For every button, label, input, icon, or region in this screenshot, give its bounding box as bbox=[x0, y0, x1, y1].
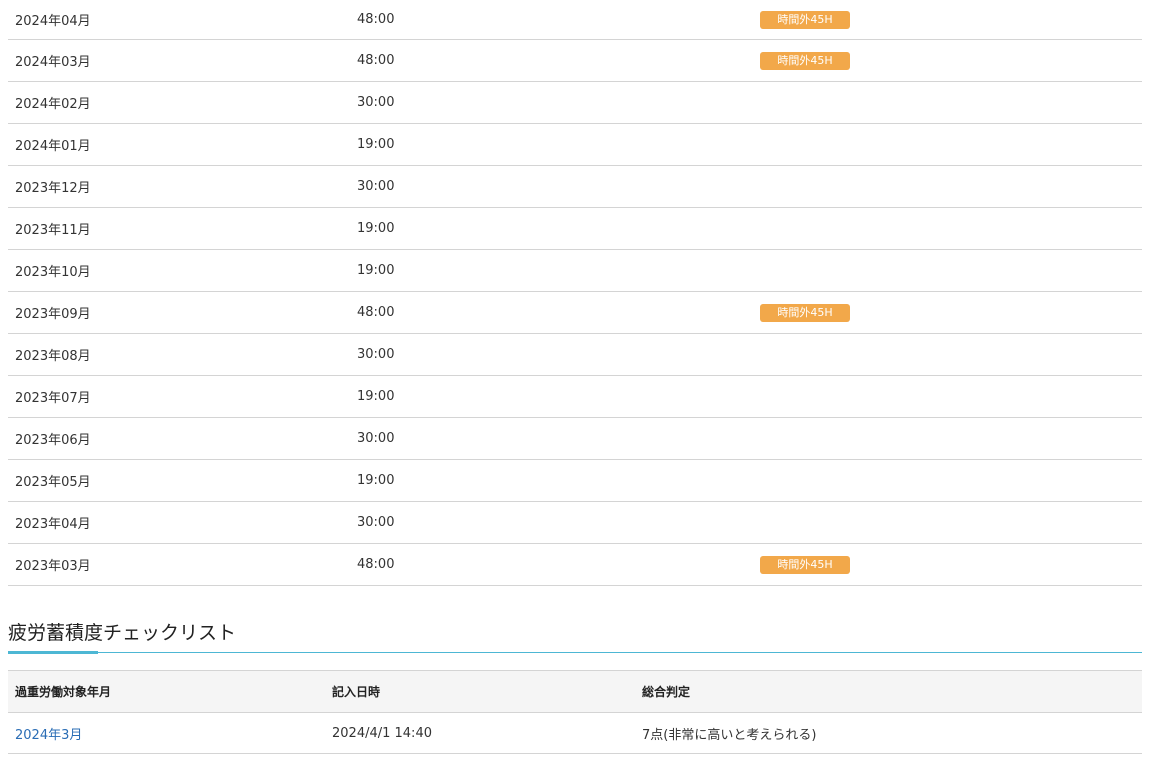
overtime-hours-cell: 30:00 bbox=[350, 81, 753, 124]
header-overall-judgment: 総合判定 bbox=[635, 670, 1142, 713]
overtime-row: 2023年11月 19:00 bbox=[8, 207, 1142, 250]
checklist-cell-overall-judgment: 7点(非常に高いと考えられる) bbox=[635, 712, 1142, 754]
overtime-badge-cell: 時間外45H bbox=[753, 543, 1142, 586]
page-content: 2024年04月 48:00 時間外45H 2024年03月 48:00 時間外45H 20… bbox=[8, 0, 1142, 754]
overtime-45h-badge: 時間外45H bbox=[760, 303, 850, 322]
overtime-hours-cell: 19:00 bbox=[350, 123, 753, 166]
overtime-row: 2024年01月 19:00 bbox=[8, 123, 1142, 166]
overtime-hours-cell: 30:00 bbox=[350, 165, 753, 208]
overtime-row: 2023年08月 30:00 bbox=[8, 333, 1142, 376]
overtime-hours-cell: 48:00 bbox=[350, 291, 753, 334]
checklist-row: 2024年3月 2024/4/1 14:40 7点(非常に高いと考えられる) bbox=[8, 712, 1142, 754]
overtime-badge-cell: 時間外45H bbox=[753, 291, 1142, 334]
header-entry-datetime: 記入日時 bbox=[325, 670, 635, 713]
section-title-accent bbox=[8, 651, 98, 654]
overtime-month-cell: 2023年10月 bbox=[8, 249, 350, 292]
overtime-month-cell: 2023年03月 bbox=[8, 543, 350, 586]
section-title-divider bbox=[8, 650, 1142, 654]
overtime-row: 2023年09月 48:00 時間外45H bbox=[8, 291, 1142, 334]
overtime-month-cell: 2024年03月 bbox=[8, 39, 350, 82]
checklist-header-row: 過重労働対象年月 記入日時 総合判定 bbox=[8, 670, 1142, 713]
overtime-hours-cell: 48:00 bbox=[350, 543, 753, 586]
overtime-hours-cell: 19:00 bbox=[350, 375, 753, 418]
overtime-45h-badge: 時間外45H bbox=[760, 555, 850, 574]
overtime-hours-cell: 30:00 bbox=[350, 417, 753, 460]
overtime-month-cell: 2023年07月 bbox=[8, 375, 350, 418]
header-target-month: 過重労働対象年月 bbox=[8, 670, 325, 713]
overtime-badge-cell bbox=[753, 81, 1142, 124]
overtime-month-cell: 2023年08月 bbox=[8, 333, 350, 376]
overtime-month-cell: 2023年12月 bbox=[8, 165, 350, 208]
overtime-month-cell: 2023年05月 bbox=[8, 459, 350, 502]
overtime-month-cell: 2023年04月 bbox=[8, 501, 350, 544]
overtime-badge-cell bbox=[753, 249, 1142, 292]
overtime-month-cell: 2024年01月 bbox=[8, 123, 350, 166]
overtime-hours-cell: 48:00 bbox=[350, 39, 753, 82]
overtime-month-cell: 2024年02月 bbox=[8, 81, 350, 124]
overtime-hours-cell: 30:00 bbox=[350, 501, 753, 544]
overtime-45h-badge: 時間外45H bbox=[760, 10, 850, 29]
overtime-row: 2023年10月 19:00 bbox=[8, 249, 1142, 292]
overtime-badge-cell bbox=[753, 207, 1142, 250]
overtime-hours-cell: 19:00 bbox=[350, 459, 753, 502]
overtime-badge-cell bbox=[753, 417, 1142, 460]
checklist-section-title: 疲労蓄積度チェックリスト bbox=[8, 622, 237, 644]
overtime-month-cell: 2024年04月 bbox=[8, 0, 350, 40]
overtime-badge-cell bbox=[753, 165, 1142, 208]
overtime-row: 2023年12月 30:00 bbox=[8, 165, 1142, 208]
overtime-hours-cell: 48:00 bbox=[350, 0, 753, 40]
overtime-row: 2024年02月 30:00 bbox=[8, 81, 1142, 124]
overtime-badge-cell bbox=[753, 333, 1142, 376]
overtime-row: 2023年04月 30:00 bbox=[8, 501, 1142, 544]
overtime-badge-cell bbox=[753, 501, 1142, 544]
overtime-row: 2024年04月 48:00 時間外45H bbox=[8, 0, 1142, 40]
fatigue-checklist-table: 過重労働対象年月 記入日時 総合判定 2024年3月 2024/4/1 14:4… bbox=[8, 670, 1142, 754]
overtime-row: 2023年06月 30:00 bbox=[8, 417, 1142, 460]
overtime-badge-cell: 時間外45H bbox=[753, 39, 1142, 82]
overtime-row: 2023年03月 48:00 時間外45H bbox=[8, 543, 1142, 586]
overtime-badge-cell bbox=[753, 375, 1142, 418]
checklist-cell-target-month: 2024年3月 bbox=[8, 712, 325, 754]
overtime-hours-cell: 19:00 bbox=[350, 207, 753, 250]
overtime-row: 2024年03月 48:00 時間外45H bbox=[8, 39, 1142, 82]
target-month-link[interactable]: 2024年3月 bbox=[15, 728, 82, 743]
checklist-cell-entry-datetime: 2024/4/1 14:40 bbox=[325, 712, 635, 754]
overtime-hours-cell: 30:00 bbox=[350, 333, 753, 376]
overtime-month-cell: 2023年09月 bbox=[8, 291, 350, 334]
monthly-overtime-table-body: 2024年04月 48:00 時間外45H 2024年03月 48:00 時間外45H 20… bbox=[8, 0, 1142, 586]
overtime-badge-cell bbox=[753, 459, 1142, 502]
overtime-row: 2023年07月 19:00 bbox=[8, 375, 1142, 418]
overtime-month-cell: 2023年06月 bbox=[8, 417, 350, 460]
monthly-overtime-table: 2024年04月 48:00 時間外45H 2024年03月 48:00 時間外45H 20… bbox=[8, 0, 1142, 586]
overtime-row: 2023年05月 19:00 bbox=[8, 459, 1142, 502]
overtime-badge-cell: 時間外45H bbox=[753, 0, 1142, 40]
overtime-month-cell: 2023年11月 bbox=[8, 207, 350, 250]
overtime-badge-cell bbox=[753, 123, 1142, 166]
overtime-hours-cell: 19:00 bbox=[350, 249, 753, 292]
overtime-45h-badge: 時間外45H bbox=[760, 51, 850, 70]
